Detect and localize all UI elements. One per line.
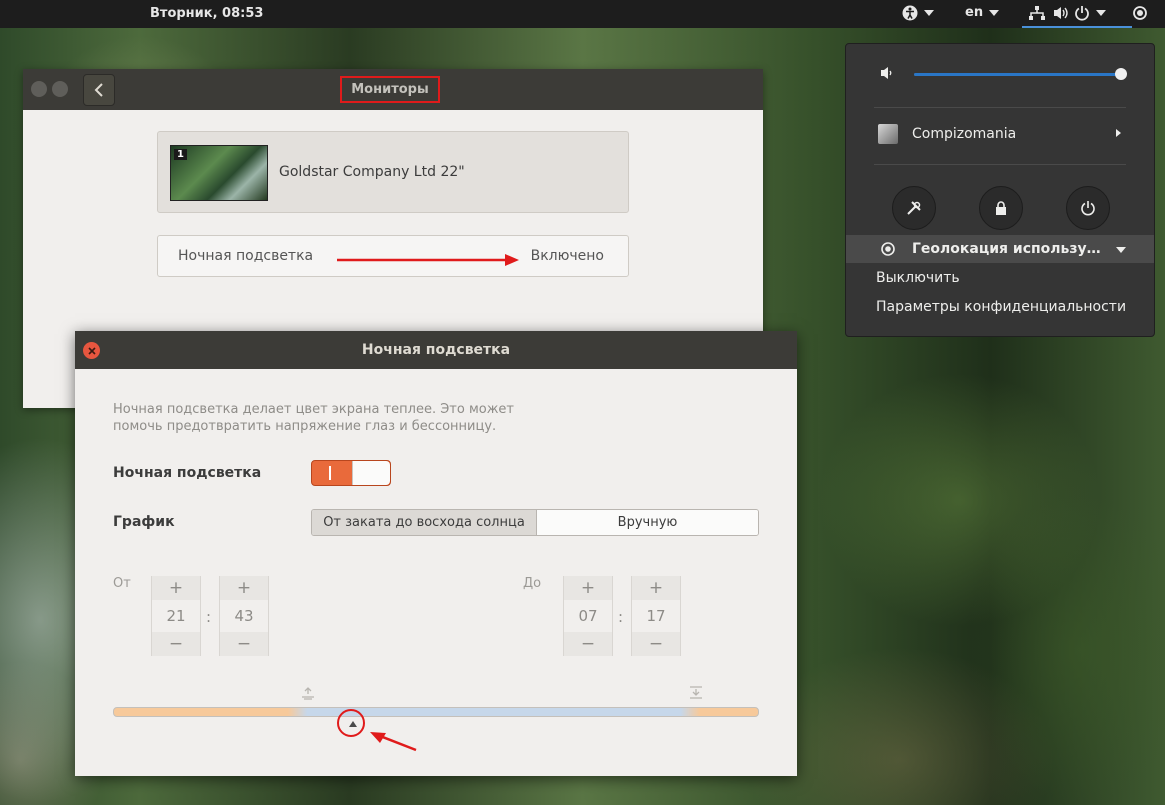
sunset-icon (690, 686, 702, 699)
settings-icon (907, 201, 921, 215)
schedule-option-manual[interactable]: Вручную (537, 510, 758, 535)
night-light-row-value: Включено (530, 248, 604, 264)
decrement-button[interactable]: − (564, 632, 612, 656)
chevron-down-icon (989, 9, 1000, 16)
avatar (878, 124, 898, 144)
to-minutes-value[interactable]: 17 (632, 600, 680, 632)
lock-button[interactable] (979, 186, 1023, 230)
night-light-row-label: Ночная подсветка (178, 248, 314, 264)
monitor-card[interactable]: 1 Goldstar Company Ltd 22" (157, 131, 629, 213)
time-separator: : (206, 608, 212, 626)
time-separator: : (618, 608, 624, 626)
night-light-timeline (113, 707, 759, 717)
location-icon (881, 242, 895, 256)
volume-slider-fill (914, 73, 1121, 76)
increment-button[interactable]: + (632, 576, 680, 600)
power-icon (1081, 201, 1095, 216)
window-minimize-button[interactable] (52, 81, 68, 97)
from-hours-value[interactable]: 21 (152, 600, 200, 632)
to-minutes-spinner: + 17 − (631, 576, 681, 656)
from-label: От (113, 576, 131, 591)
chevron-down-icon (1096, 10, 1106, 16)
settings-button[interactable] (892, 186, 936, 230)
geolocation-menu-item[interactable]: Геолокация используется (846, 235, 1154, 263)
from-minutes-value[interactable]: 43 (220, 600, 268, 632)
close-icon (87, 346, 96, 355)
top-panel: Вторник, 08:53 en (0, 0, 1165, 28)
system-menu-button[interactable] (1028, 5, 1106, 21)
to-hours-value[interactable]: 07 (564, 600, 612, 632)
increment-button[interactable]: + (220, 576, 268, 600)
clock[interactable]: Вторник, 08:53 (150, 6, 263, 21)
monitor-thumbnail: 1 (170, 145, 268, 201)
keyboard-layout: en (965, 5, 984, 20)
switch-knob (352, 461, 390, 485)
schedule-label: График (113, 514, 175, 530)
dialog-header-bar: Ночная подсветка (75, 331, 797, 369)
switch-on-mark (329, 466, 331, 480)
night-light-dialog: Ночная подсветка Ночная подсветка делает… (75, 331, 797, 776)
user-name: Compizomania (912, 126, 1017, 142)
increment-button[interactable]: + (564, 576, 612, 600)
geolocation-label: Геолокация используется (912, 241, 1102, 257)
close-button[interactable] (83, 342, 100, 359)
from-hours-spinner: + 21 − (151, 576, 201, 656)
dialog-title: Ночная подсветка (361, 342, 511, 358)
monitors-header-bar: Мониторы (23, 69, 763, 110)
chevron-down-icon (1116, 247, 1126, 253)
accessibility-icon (902, 5, 918, 21)
chevron-down-icon (924, 10, 934, 16)
decrement-button[interactable]: − (632, 632, 680, 656)
accessibility-menu[interactable] (902, 5, 934, 21)
chevron-right-icon (1116, 129, 1121, 137)
schedule-selector: От заката до восхода солнца Вручную (311, 509, 759, 536)
schedule-option-sunset-sunrise[interactable]: От заката до восхода солнца (312, 510, 537, 535)
geolocation-disable-item[interactable]: Выключить (876, 270, 960, 286)
location-icon (1133, 6, 1147, 20)
system-menu: Compizomania Геолокация используется Вык… (845, 43, 1155, 337)
window-title: Мониторы (340, 76, 440, 103)
privacy-settings-item[interactable]: Параметры конфиденциальности (876, 299, 1126, 315)
chevron-left-icon (94, 83, 103, 97)
night-light-row[interactable]: Ночная подсветка Включено (157, 235, 629, 277)
menu-separator (874, 164, 1126, 165)
lock-icon (996, 201, 1006, 215)
night-light-switch[interactable] (311, 460, 391, 486)
increment-button[interactable]: + (152, 576, 200, 600)
night-light-toggle-label: Ночная подсветка (113, 465, 262, 481)
volume-icon (881, 67, 892, 79)
to-hours-spinner: + 07 − (563, 576, 613, 656)
location-indicator[interactable] (1132, 5, 1148, 21)
decrement-button[interactable]: − (152, 632, 200, 656)
night-light-description: Ночная подсветка делает цвет экрана тепл… (113, 402, 515, 434)
power-off-button[interactable] (1066, 186, 1110, 230)
from-minutes-spinner: + 43 − (219, 576, 269, 656)
back-button[interactable] (83, 74, 115, 106)
power-icon (1075, 6, 1089, 21)
volume-slider-handle[interactable] (1115, 68, 1127, 80)
to-label: До (523, 576, 542, 591)
menu-separator (874, 107, 1126, 108)
volume-slider[interactable] (914, 73, 1121, 76)
keyboard-layout-menu[interactable]: en (965, 5, 1000, 20)
volume-icon (1054, 7, 1068, 19)
decrement-button[interactable]: − (220, 632, 268, 656)
annotation-circle (337, 709, 365, 737)
network-icon (1029, 6, 1045, 20)
window-close-button[interactable] (31, 81, 47, 97)
monitor-number: 1 (174, 149, 187, 160)
monitor-name: Goldstar Company Ltd 22" (279, 164, 465, 180)
sunrise-icon (302, 687, 314, 700)
